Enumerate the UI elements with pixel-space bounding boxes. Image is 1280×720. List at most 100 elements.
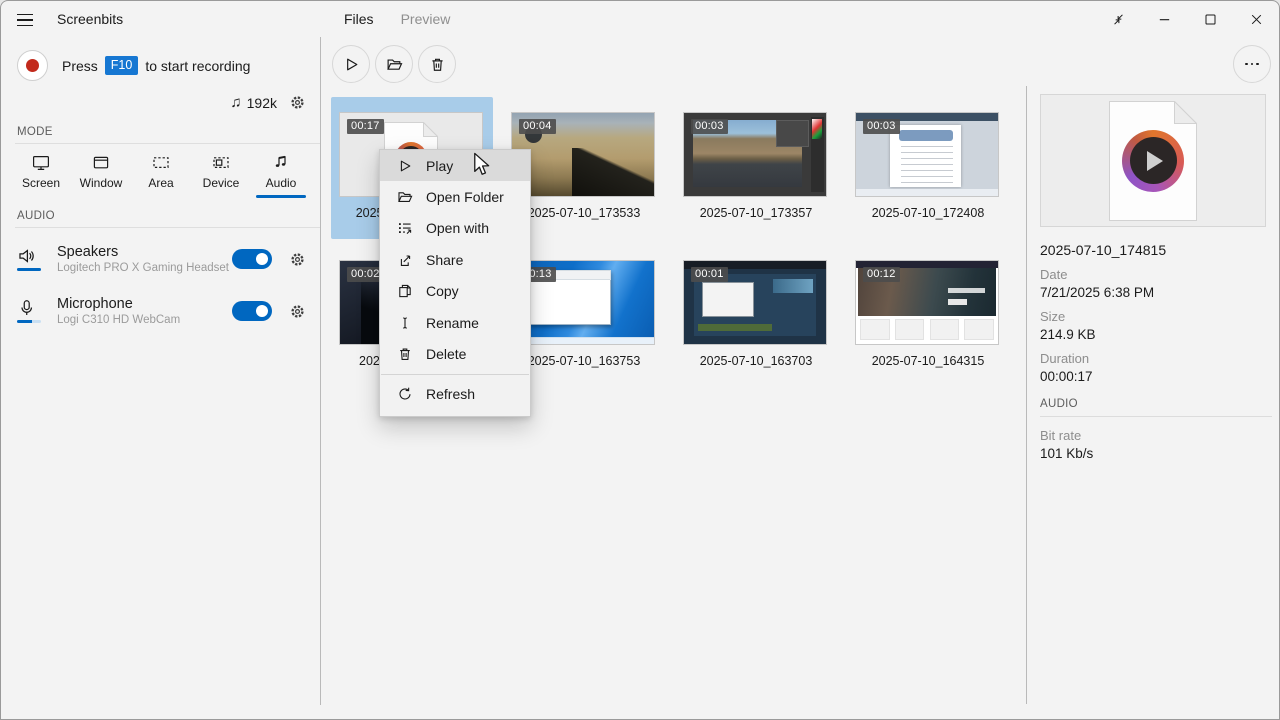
recording-filename: 2025-07-10_163703: [675, 354, 837, 368]
mode-item-window[interactable]: Window: [71, 153, 131, 198]
tab-bar: Files Preview: [344, 1, 450, 37]
recording-thumbnail: 00:01: [683, 260, 827, 345]
menu-item-refresh[interactable]: Refresh: [380, 379, 530, 410]
menu-separator: [381, 374, 529, 375]
close-button[interactable]: [1233, 1, 1279, 37]
speakers-toggle[interactable]: [232, 249, 272, 269]
recording-filename: 2025-07-10_164315: [847, 354, 1009, 368]
screen-icon: [31, 153, 51, 173]
music-note-icon: ♫: [230, 94, 241, 111]
mode-item-area[interactable]: Area: [131, 153, 191, 198]
video-file-icon: [1109, 101, 1197, 221]
microphone-name: Microphone: [57, 296, 232, 312]
audio-bitrate-value: 192k: [247, 95, 277, 111]
files-toolbar: [332, 45, 456, 83]
recording-thumbnail: 00:04: [511, 112, 655, 197]
record-button[interactable]: [17, 50, 48, 81]
copy-icon: [397, 283, 413, 299]
hotkey-badge: F10: [105, 56, 139, 75]
file-preview[interactable]: [1040, 94, 1266, 227]
recording-thumbnail: 00:12: [855, 260, 999, 345]
recording-thumbnail: 00:13: [511, 260, 655, 345]
record-hint: Press F10 to start recording: [62, 56, 250, 75]
recording-tile-4[interactable]: 00:03 2025-07-10_172408: [847, 97, 1009, 239]
mode-item-screen[interactable]: Screen: [11, 153, 71, 198]
microphone-settings-gear-icon[interactable]: [289, 303, 306, 320]
speakers-level-meter: [17, 268, 41, 271]
delete-file-button[interactable]: [418, 45, 456, 83]
play-ring-icon: [1122, 130, 1184, 192]
recording-settings-gear-icon[interactable]: [289, 94, 306, 111]
recording-tile-3[interactable]: 00:03 2025-07-10_173357: [675, 97, 837, 239]
duration-badge: 00:17: [347, 119, 384, 134]
delete-icon: [397, 346, 413, 362]
mode-label-window: Window: [80, 176, 123, 190]
microphone-icon: [17, 299, 36, 317]
detail-filename: 2025-07-10_174815: [1040, 242, 1166, 258]
audio-section-header: AUDIO: [1, 210, 320, 222]
menu-item-play[interactable]: Play: [380, 150, 530, 181]
menu-item-open-with[interactable]: Open with: [380, 213, 530, 244]
recording-tile-8[interactable]: 00:12 2025-07-10_164315: [847, 245, 1009, 387]
hamburger-menu-button[interactable]: [14, 8, 48, 32]
mode-label-audio: Audio: [266, 176, 297, 190]
mode-selector: Screen Window Area: [1, 153, 320, 198]
app-title: Screenbits: [57, 11, 123, 27]
speakers-settings-gear-icon[interactable]: [289, 251, 306, 268]
detail-field-bitrate: Bit rate 101 Kb/s: [1040, 428, 1272, 461]
tab-preview[interactable]: Preview: [401, 11, 451, 27]
audio-bitrate-indicator: ♫ 192k: [230, 94, 277, 111]
play-icon: [343, 56, 360, 73]
recording-tile-7[interactable]: 00:01 2025-07-10_163703: [675, 245, 837, 387]
window-icon: [91, 153, 111, 173]
open-folder-button[interactable]: [375, 45, 413, 83]
screenbits-window: Screenbits Files Preview: [0, 0, 1280, 720]
window-controls: [1095, 1, 1279, 37]
delete-icon: [429, 56, 446, 73]
speakers-description: Logitech PRO X Gaming Headset: [57, 262, 232, 274]
menu-item-copy[interactable]: Copy: [380, 276, 530, 307]
titlebar: Screenbits Files Preview: [1, 1, 1279, 37]
ellipsis-icon: [1245, 63, 1259, 66]
open-folder-icon: [397, 189, 413, 205]
menu-item-rename[interactable]: Rename: [380, 307, 530, 338]
maximize-button[interactable]: [1187, 1, 1233, 37]
maximize-icon: [1203, 12, 1218, 27]
recording-thumbnail: 00:03: [855, 112, 999, 197]
recording-filename: 2025-07-10_173357: [675, 206, 837, 220]
play-file-button[interactable]: [332, 45, 370, 83]
more-options-button[interactable]: [1233, 45, 1271, 83]
compact-mode-icon: [1111, 12, 1126, 27]
detail-field-size: Size 214.9 KB: [1040, 309, 1154, 342]
compact-mode-button[interactable]: [1095, 1, 1141, 37]
duration-badge: 00:03: [863, 119, 900, 134]
speaker-icon: [17, 247, 36, 265]
minimize-button[interactable]: [1141, 1, 1187, 37]
rename-icon: [397, 315, 413, 331]
record-hint-action: to start recording: [145, 58, 250, 74]
speakers-name: Speakers: [57, 244, 232, 260]
mode-item-device[interactable]: Device: [191, 153, 251, 198]
device-icon: [211, 153, 231, 173]
duration-badge: 00:01: [691, 267, 728, 282]
microphone-level-meter: [17, 320, 41, 323]
open-folder-icon: [386, 56, 403, 73]
duration-badge: 00:03: [691, 119, 728, 134]
mode-label-device: Device: [203, 176, 240, 190]
share-icon: [397, 252, 413, 268]
minimize-icon: [1157, 12, 1172, 27]
detail-audio-section: AUDIO Bit rate 101 Kb/s: [1040, 398, 1272, 470]
menu-item-open-folder[interactable]: Open Folder: [380, 181, 530, 212]
microphone-toggle[interactable]: [232, 301, 272, 321]
detail-field-duration: Duration 00:00:17: [1040, 351, 1154, 384]
tab-files[interactable]: Files: [344, 11, 374, 27]
recording-thumbnail: 00:03: [683, 112, 827, 197]
mode-item-audio[interactable]: Audio: [251, 153, 311, 198]
menu-item-delete[interactable]: Delete: [380, 338, 530, 369]
menu-item-share[interactable]: Share: [380, 244, 530, 275]
mode-section-divider: [15, 143, 320, 144]
audio-section-divider: [15, 227, 320, 228]
mode-section-header: MODE: [1, 126, 320, 138]
sidebar: Press F10 to start recording ♫ 192k MODE: [1, 37, 321, 705]
refresh-icon: [397, 386, 413, 402]
